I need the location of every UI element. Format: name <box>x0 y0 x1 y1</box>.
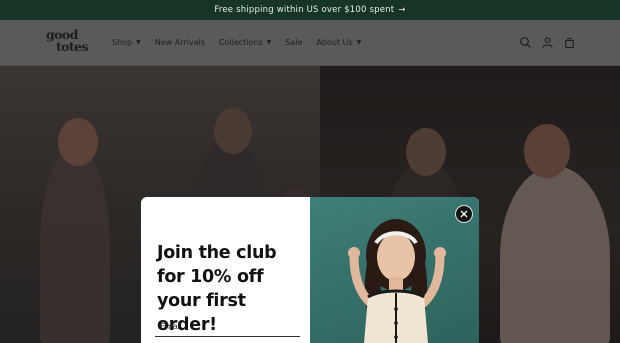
nav-label: New Arrivals <box>154 38 205 47</box>
account-icon[interactable] <box>541 36 554 49</box>
chevron-down-icon: ▼ <box>136 39 141 46</box>
main-nav: Shop ▼ New Arrivals Collections ▼ Sale A… <box>112 20 361 65</box>
email-field[interactable] <box>155 315 300 337</box>
announcement-bar[interactable]: Free shipping within US over $100 spent … <box>0 0 620 20</box>
site-header: good totes Shop ▼ New Arrivals Collectio… <box>0 20 620 66</box>
nav-label: Sale <box>285 38 303 47</box>
close-icon <box>460 210 468 218</box>
search-icon[interactable] <box>519 36 532 49</box>
model-photo <box>348 219 446 343</box>
chevron-down-icon: ▼ <box>266 39 272 46</box>
arrow-right-icon: → <box>398 5 406 15</box>
nav-item-sale[interactable]: Sale <box>285 38 302 47</box>
header-icons <box>519 20 576 65</box>
chevron-down-icon: ▼ <box>356 39 362 46</box>
popup-image-panel <box>310 197 479 343</box>
logo-line-2: totes <box>56 39 88 54</box>
nav-label: Collections <box>218 38 263 47</box>
nav-label: About Us <box>316 38 353 47</box>
nav-item-shop[interactable]: Shop ▼ <box>112 38 141 47</box>
nav-item-about-us[interactable]: About Us ▼ <box>316 38 361 47</box>
nav-label: Shop <box>112 38 133 47</box>
nav-item-new-arrivals[interactable]: New Arrivals <box>155 38 205 47</box>
popup-form-panel: Join the club for 10% off your first ord… <box>141 197 310 343</box>
logo[interactable]: good totes <box>46 28 92 57</box>
cart-icon[interactable] <box>563 36 576 49</box>
nav-item-collections[interactable]: Collections ▼ <box>219 38 271 47</box>
close-button[interactable] <box>455 205 473 223</box>
signup-popup: Join the club for 10% off your first ord… <box>141 197 479 343</box>
announcement-text: Free shipping within US over $100 spent <box>214 5 395 15</box>
